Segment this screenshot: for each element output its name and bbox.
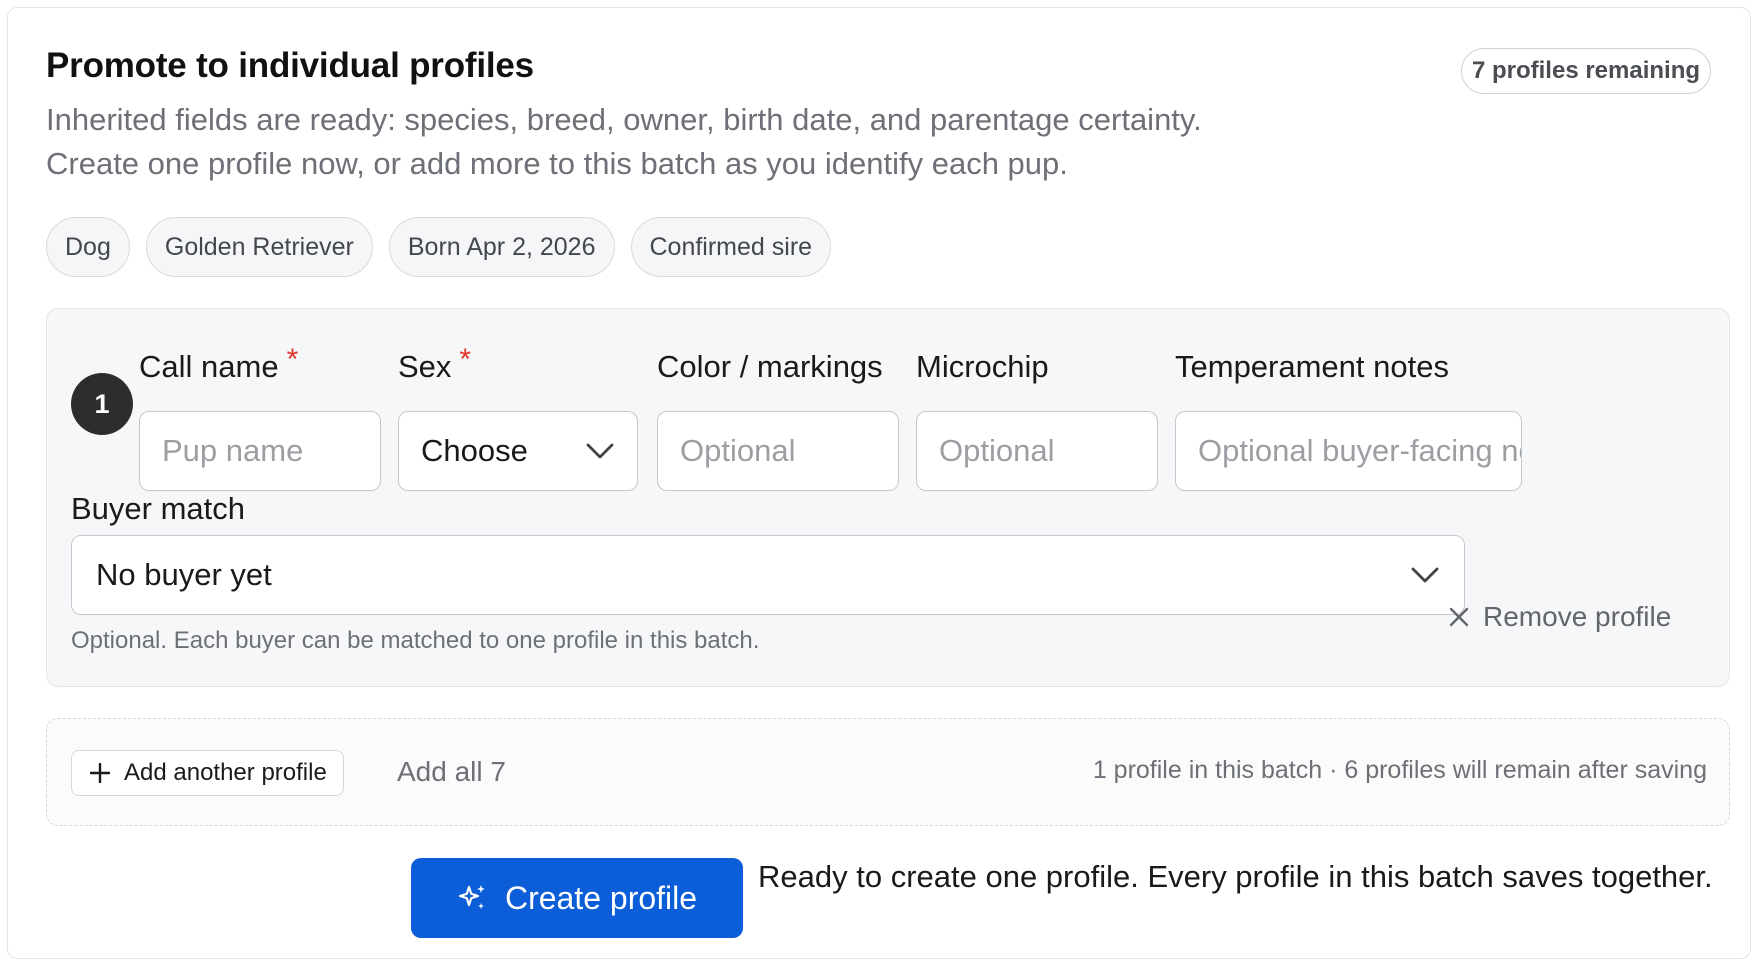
color-markings-input[interactable]: Optional	[657, 411, 899, 491]
add-all-button[interactable]: Add all 7	[397, 756, 506, 788]
sex-select-value: Choose	[421, 433, 528, 468]
add-another-profile-label: Add another profile	[124, 759, 327, 786]
page-subtitle: Inherited fields are ready: species, bre…	[46, 102, 1202, 181]
add-another-profile-button[interactable]: Add another profile	[71, 750, 344, 796]
buyer-match-help: Optional. Each buyer can be matched to o…	[71, 627, 760, 654]
create-profile-label: Create profile	[504, 879, 698, 916]
profile-row: 1 Call name * Pup name Sex * Choose Colo…	[46, 308, 1730, 687]
remove-profile-button[interactable]: Remove profile	[1449, 601, 1671, 633]
temperament-input[interactable]: Optional buyer-facing notes	[1175, 411, 1522, 491]
call-name-label: Call name *	[139, 343, 299, 384]
call-name-input[interactable]: Pup name	[139, 411, 381, 491]
promote-card: Promote to individual profiles 7 profile…	[7, 7, 1751, 959]
close-icon	[1449, 607, 1469, 627]
required-mark: *	[286, 343, 299, 376]
required-mark: *	[459, 343, 472, 376]
remaining-badge: 7 profiles remaining	[1461, 48, 1711, 94]
create-profile-button[interactable]: Create profile	[411, 858, 743, 938]
batch-controls: Add another profile Add all 7 1 profile …	[46, 718, 1730, 826]
microchip-field: Microchip Optional	[916, 341, 1158, 491]
buyer-match-value: No buyer yet	[96, 557, 272, 592]
sex-select[interactable]: Choose	[398, 411, 638, 491]
remove-profile-label: Remove profile	[1483, 601, 1672, 632]
chevron-down-icon	[1411, 567, 1439, 583]
buyer-match-select[interactable]: No buyer yet	[71, 535, 1465, 615]
call-name-field: Call name * Pup name	[139, 341, 381, 491]
sex-field: Sex * Choose	[398, 341, 638, 491]
page-title: Promote to individual profiles	[46, 46, 534, 85]
plus-icon	[90, 763, 110, 783]
chip-birth-date: Born Apr 2, 2026	[388, 217, 615, 277]
microchip-label: Microchip	[916, 349, 1049, 384]
profile-number-badge: 1	[71, 373, 133, 435]
chip-parentage: Confirmed sire	[630, 217, 832, 277]
color-markings-label: Color / markings	[657, 349, 883, 384]
batch-status: 1 profile in this batch · 6 profiles wil…	[1092, 756, 1707, 784]
temperament-label: Temperament notes	[1175, 349, 1449, 384]
color-markings-field: Color / markings Optional	[657, 341, 899, 491]
inherited-chips: Dog Golden Retriever Born Apr 2, 2026 Co…	[46, 217, 832, 277]
sex-label: Sex *	[398, 343, 472, 384]
temperament-field: Temperament notes Optional buyer-facing …	[1175, 341, 1522, 491]
chip-breed: Golden Retriever	[145, 217, 373, 277]
sparkle-icon	[458, 885, 485, 909]
ready-status-text: Ready to create one profile. Every profi…	[758, 859, 1713, 894]
chip-species: Dog	[46, 217, 130, 277]
chevron-down-icon	[586, 443, 614, 459]
microchip-input[interactable]: Optional	[916, 411, 1158, 491]
buyer-match-label: Buyer match	[71, 491, 246, 526]
